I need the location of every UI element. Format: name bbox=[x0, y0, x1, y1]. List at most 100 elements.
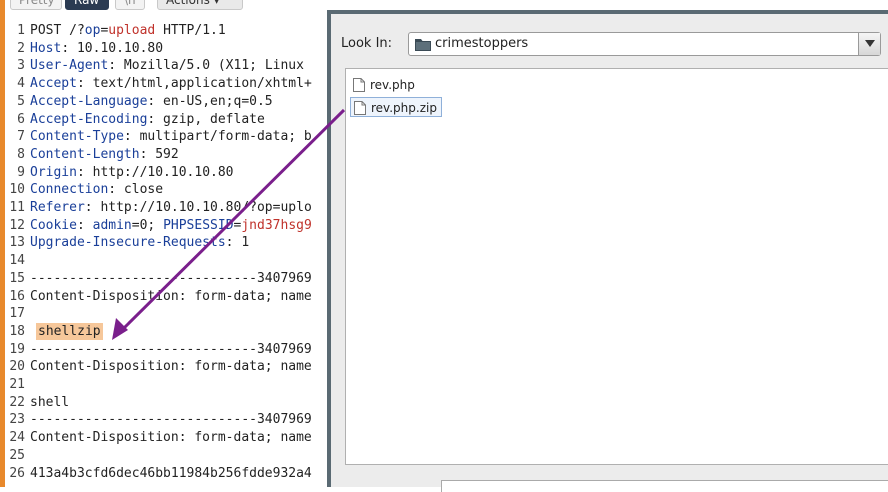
header-key: Content-Type bbox=[30, 129, 124, 145]
code-line: 4 Accept: text/html,application/xhtml+ bbox=[5, 75, 335, 92]
code-text: : text/html,application/xhtml+ bbox=[76, 76, 312, 92]
line-number: 3 bbox=[17, 58, 25, 74]
code-text: : 10.10.10.80 bbox=[61, 40, 164, 56]
cookie-value: jnd37hsg9 bbox=[241, 217, 312, 233]
list-item[interactable]: rev.php.zip bbox=[350, 97, 442, 117]
raw-tab[interactable]: Raw bbox=[65, 0, 109, 10]
line-number: 21 bbox=[9, 377, 25, 392]
cookie-key: admin bbox=[92, 217, 132, 233]
code-text: Content-Disposition: form-data; name bbox=[30, 288, 312, 304]
code-text: : close bbox=[108, 182, 164, 198]
code-line: 24 Content-Disposition: form-data; name bbox=[5, 429, 335, 446]
line-number: 6 bbox=[17, 111, 25, 127]
line-number: 5 bbox=[17, 93, 25, 109]
look-in-dropdown[interactable]: crimestoppers bbox=[408, 32, 881, 56]
file-name: rev.php.zip bbox=[371, 101, 437, 115]
code-text: POST /? bbox=[30, 23, 85, 38]
header-key: Origin bbox=[30, 164, 77, 180]
code-text: : gzip, deflate bbox=[147, 111, 265, 127]
header-key: Accept-Language bbox=[30, 93, 148, 109]
file-list[interactable]: rev.php rev.php.zip bbox=[345, 68, 888, 465]
code-line: 21 bbox=[5, 376, 335, 393]
code-text: 413a4b3cfd6dec46bb11984b256fdde932a4 bbox=[30, 465, 312, 481]
code-line: 3 User-Agent: Mozilla/5.0 (X11; Linux bbox=[5, 57, 335, 74]
code-line: 5 Accept-Language: en-US,en;q=0.5 bbox=[5, 93, 335, 110]
line-number: 18 bbox=[9, 323, 25, 339]
code-text: -----------------------------3407969 bbox=[30, 270, 312, 286]
code-line: 25 bbox=[5, 447, 335, 464]
header-key: Content-Length bbox=[30, 146, 140, 162]
header-key: Referer bbox=[30, 200, 85, 215]
code-line: 6 Accept-Encoding: gzip, deflate bbox=[5, 111, 335, 128]
line-number: 7 bbox=[17, 129, 25, 145]
code-line: 8 Content-Length: 592 bbox=[5, 146, 335, 163]
editor-toolbar: Pretty Raw \n Actions ▾ bbox=[5, 0, 335, 12]
line-number: 25 bbox=[9, 447, 25, 463]
code-text: : multipart/form-data; b bbox=[123, 129, 312, 145]
code-line: 7 Content-Type: multipart/form-data; b bbox=[5, 128, 335, 145]
code-line: 15 -----------------------------3407969 bbox=[5, 270, 335, 287]
code-line: 9 Origin: http://10.10.10.80 bbox=[5, 164, 335, 181]
line-number: 22 bbox=[9, 394, 25, 410]
actions-menu[interactable]: Actions ▾ bbox=[157, 0, 243, 10]
line-number: 4 bbox=[17, 76, 25, 92]
code-text: Content-Disposition: form-data; name bbox=[30, 359, 312, 375]
line-number: 13 bbox=[9, 235, 25, 251]
line-number: 16 bbox=[9, 288, 25, 304]
newline-toggle[interactable]: \n bbox=[115, 0, 145, 10]
header-key: Accept-Encoding bbox=[30, 111, 148, 127]
look-in-label: Look In: bbox=[341, 36, 393, 51]
header-key: Connection bbox=[30, 182, 109, 198]
cookie-key: PHPSESSID bbox=[163, 217, 234, 233]
code-text: : http://10.10.10.80/?op=uplo bbox=[84, 200, 312, 215]
code-text: HTTP/1.1 bbox=[155, 23, 226, 38]
code-text: shell bbox=[30, 394, 70, 410]
line-number: 14 bbox=[9, 253, 25, 269]
line-number: 15 bbox=[9, 270, 25, 286]
line-number: 1 bbox=[17, 23, 25, 38]
code-line: 12 Cookie: admin=0; PHPSESSID=jnd37hsg9 bbox=[5, 217, 335, 234]
code-text: : Mozilla/5.0 (X11; Linux bbox=[108, 58, 304, 74]
look-in-value: crimestoppers bbox=[435, 36, 529, 51]
param-value: upload bbox=[108, 23, 156, 38]
code-line: 14 bbox=[5, 252, 335, 269]
header-key: Cookie bbox=[30, 217, 77, 233]
code-line: 19 -----------------------------3407969 bbox=[5, 341, 335, 358]
file-icon bbox=[354, 101, 366, 115]
line-number: 19 bbox=[9, 341, 25, 357]
list-item[interactable]: rev.php bbox=[350, 75, 419, 95]
code-text: : en-US,en;q=0.5 bbox=[147, 93, 273, 109]
code-text: Content-Disposition: form-data; name bbox=[30, 430, 312, 446]
code-text: -----------------------------3407969 bbox=[30, 412, 312, 428]
code-text: : bbox=[76, 217, 93, 233]
code-line: 16 Content-Disposition: form-data; name bbox=[5, 288, 335, 305]
code-line: 18 shellzip bbox=[5, 322, 335, 340]
header-key: Host bbox=[30, 40, 62, 56]
line-number: 20 bbox=[9, 359, 25, 375]
code-text: : 592 bbox=[139, 146, 179, 162]
code-text: : 1 bbox=[225, 235, 250, 251]
line-number: 17 bbox=[9, 306, 25, 322]
file-chooser-dialog: Look In: crimestoppers rev.php rev.php.z… bbox=[327, 10, 888, 492]
file-name-input[interactable] bbox=[441, 480, 888, 492]
pretty-tab[interactable]: Pretty bbox=[10, 0, 62, 10]
header-key: op bbox=[84, 23, 101, 38]
folder-icon bbox=[415, 39, 431, 51]
line-number: 24 bbox=[9, 430, 25, 446]
file-icon bbox=[353, 78, 365, 92]
code-line: 26 413a4b3cfd6dec46bb11984b256fdde932a4 bbox=[5, 465, 335, 482]
chevron-down-icon[interactable] bbox=[858, 33, 880, 55]
code-line: 23 -----------------------------3407969 bbox=[5, 411, 335, 428]
line-number: 23 bbox=[9, 412, 25, 428]
highlighted-value: shellzip bbox=[36, 322, 103, 340]
code-line: 22 shell bbox=[5, 394, 335, 411]
code-line: 2 Host: 10.10.10.80 bbox=[5, 40, 335, 57]
line-number: 26 bbox=[9, 465, 25, 481]
request-editor[interactable]: 1 POST /?op=upload HTTP/1.1 2 Host: 10.10.1… bbox=[5, 22, 335, 492]
header-key: Accept bbox=[30, 76, 77, 92]
line-number: 10 bbox=[9, 182, 25, 198]
header-key: Upgrade-Insecure-Requests bbox=[30, 235, 226, 251]
line-number: 2 bbox=[17, 40, 25, 56]
code-line: 20 Content-Disposition: form-data; name bbox=[5, 358, 335, 375]
code-text: =0; bbox=[131, 217, 164, 233]
